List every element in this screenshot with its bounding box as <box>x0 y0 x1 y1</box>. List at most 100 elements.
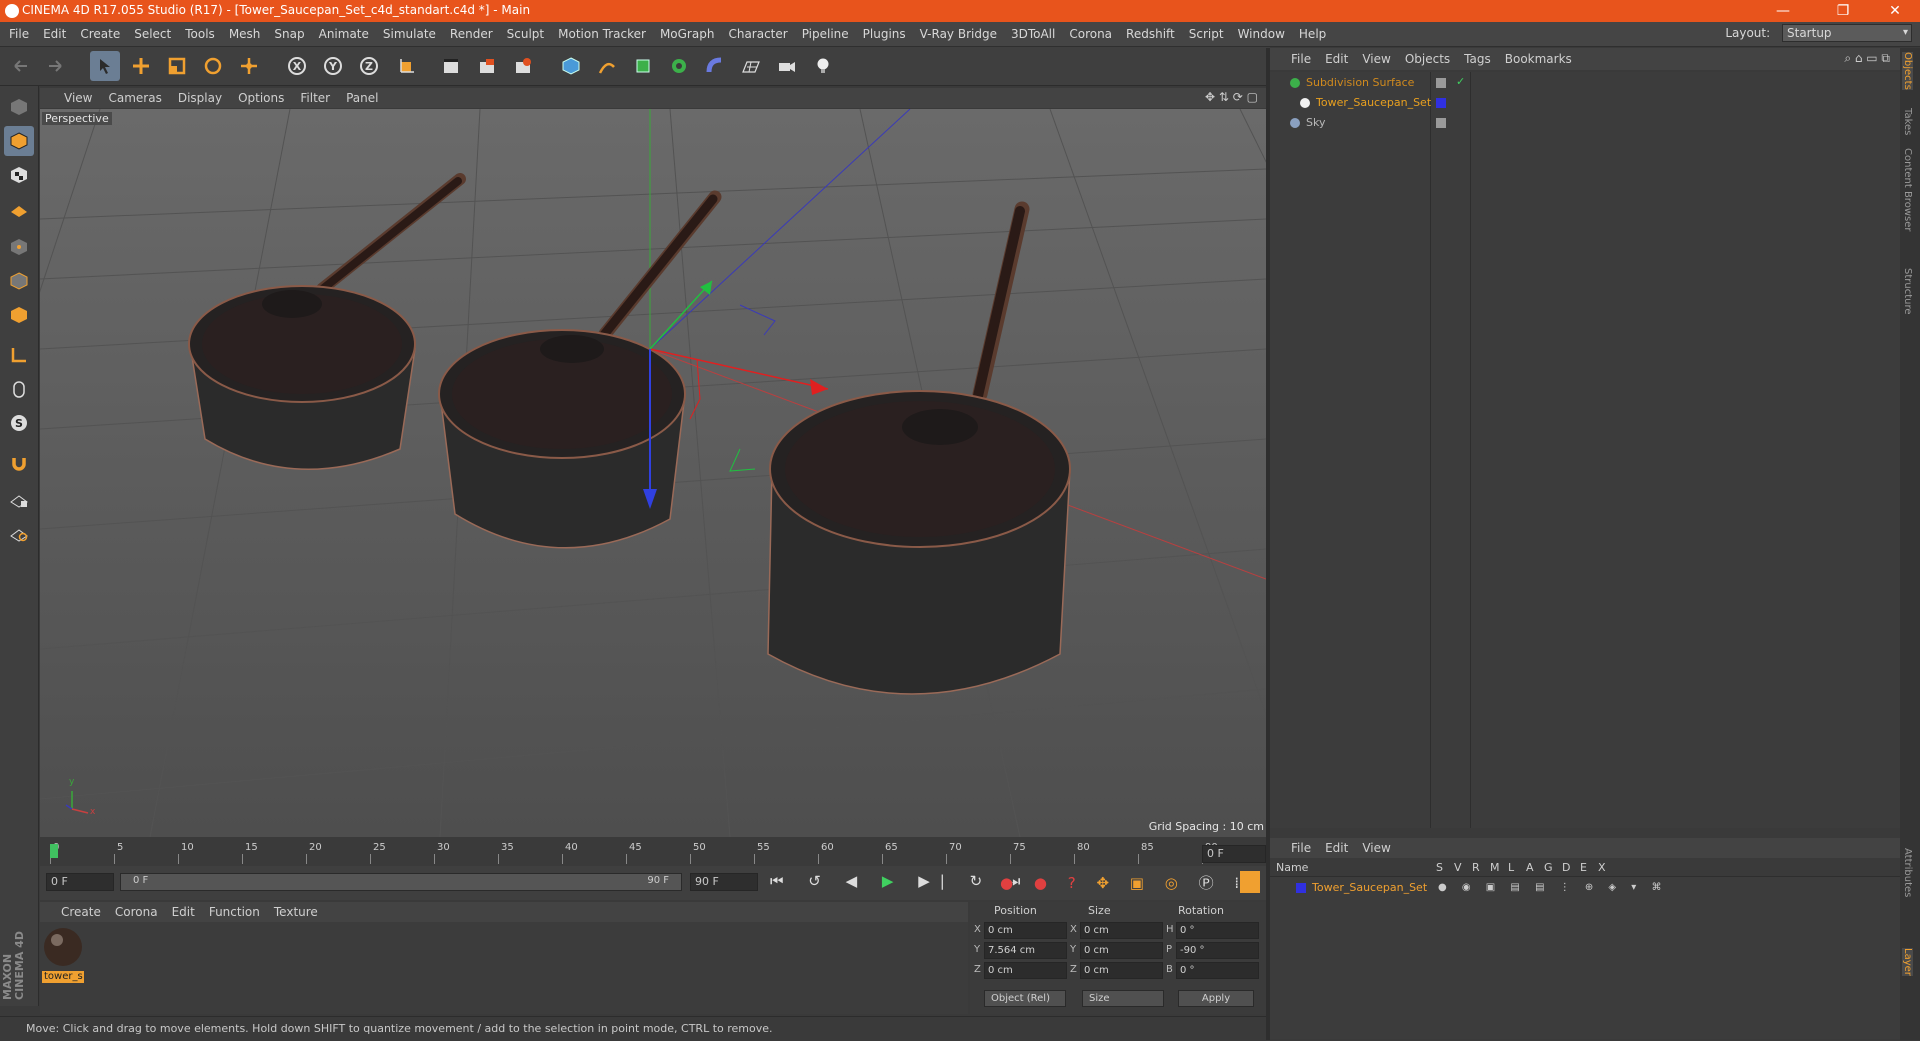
menu-3dtoall[interactable]: 3DToAll <box>1004 22 1062 46</box>
move-tool-button[interactable] <box>126 51 156 81</box>
material-menu-corona[interactable]: Corona <box>108 902 165 922</box>
menu-simulate[interactable]: Simulate <box>376 22 443 46</box>
transport-buttons[interactable]: ⏮ ↺ ◀ ▶ ▶| ↻ ⏭ <box>770 872 1030 890</box>
layer-column-header[interactable]: A <box>1526 861 1534 874</box>
redo-button[interactable] <box>40 51 70 81</box>
layer-column-header[interactable]: E <box>1580 861 1587 874</box>
cube-object-button[interactable] <box>556 51 586 81</box>
viewport-nav-icons[interactable]: ✥ ⇅ ⟳ ▢ <box>1205 90 1258 104</box>
coord-pos-field[interactable]: 7.564 cm <box>984 942 1067 959</box>
menu-motion-tracker[interactable]: Motion Tracker <box>551 22 653 46</box>
viewport-menu-cameras[interactable]: Cameras <box>100 88 169 108</box>
menu-mesh[interactable]: Mesh <box>222 22 268 46</box>
minimize-button[interactable]: — <box>1760 0 1806 22</box>
undo-button[interactable] <box>6 51 36 81</box>
side-tab-objects[interactable]: Objects <box>1902 52 1913 90</box>
menu-snap[interactable]: Snap <box>267 22 311 46</box>
z-axis-button[interactable]: Z <box>354 51 384 81</box>
menu-character[interactable]: Character <box>721 22 794 46</box>
object-manager-tools[interactable]: ⌕ ⌂ ▭ ⧉ <box>1844 51 1890 66</box>
snap-button[interactable]: S <box>4 408 34 438</box>
layer-column-header[interactable]: D <box>1562 861 1570 874</box>
material-menu-edit[interactable]: Edit <box>165 902 202 922</box>
layer-column-header[interactable]: M <box>1490 861 1500 874</box>
material-menu-function[interactable]: Function <box>202 902 267 922</box>
coord-pos-field[interactable]: 0 cm <box>984 962 1067 979</box>
side-tab-structure[interactable]: Structure <box>1902 268 1913 315</box>
material-menu-texture[interactable]: Texture <box>267 902 325 922</box>
object-row[interactable]: Sky <box>1270 114 1900 132</box>
timeline-panel-icon[interactable] <box>1240 871 1260 893</box>
menu-render[interactable]: Render <box>443 22 500 46</box>
coord-rot-field[interactable]: 0 ° <box>1176 922 1259 939</box>
layer-row[interactable]: Tower_Saucepan_Set ● ◉ ▣ ▤ ▤ ⋮ ⊕ ◈ ▾ ⌘ <box>1270 879 1900 897</box>
coord-size-field[interactable]: 0 cm <box>1080 962 1163 979</box>
viewport-menu-options[interactable]: Options <box>230 88 292 108</box>
menu-create[interactable]: Create <box>73 22 127 46</box>
planar-workplane-button[interactable] <box>4 518 34 548</box>
viewport-menu-panel[interactable]: Panel <box>338 88 386 108</box>
locked-workplane-button[interactable] <box>4 484 34 514</box>
layer-flags[interactable]: ● ◉ ▣ ▤ ▤ ⋮ ⊕ ◈ ▾ ⌘ <box>1438 879 1668 897</box>
layer-column-header[interactable]: L <box>1508 861 1514 874</box>
menu-file[interactable]: File <box>2 22 36 46</box>
make-editable-button[interactable] <box>4 92 34 122</box>
live-selection-button[interactable] <box>90 51 120 81</box>
render-settings-button[interactable] <box>508 51 538 81</box>
points-mode-button[interactable] <box>4 232 34 262</box>
workplane-mode-button[interactable] <box>4 194 34 224</box>
enabled-check-icon[interactable]: ✓ <box>1456 75 1465 88</box>
render-view-button[interactable] <box>436 51 466 81</box>
menu-v-ray-bridge[interactable]: V-Ray Bridge <box>913 22 1004 46</box>
apply-button[interactable]: Apply <box>1178 990 1254 1007</box>
coordinate-mode-dropdown[interactable]: Object (Rel) <box>984 990 1066 1007</box>
coord-rot-field[interactable]: 0 ° <box>1176 962 1259 979</box>
object-visibility-icon[interactable] <box>1436 118 1446 128</box>
array-button[interactable] <box>664 51 694 81</box>
side-tab-content-browser[interactable]: Content Browser <box>1902 148 1913 231</box>
menu-select[interactable]: Select <box>127 22 178 46</box>
menu-plugins[interactable]: Plugins <box>856 22 913 46</box>
render-to-picture-viewer-button[interactable] <box>472 51 502 81</box>
layer-column-header[interactable]: S <box>1436 861 1443 874</box>
deformer-button[interactable] <box>700 51 730 81</box>
3d-viewport[interactable]: y x <box>40 109 1266 837</box>
object-menu-file[interactable]: File <box>1284 48 1318 70</box>
record-buttons[interactable]: ● ● ? ✥ ▣ ◎ Ⓟ ⁞⁞ <box>1000 872 1260 893</box>
object-menu-tags[interactable]: Tags <box>1457 48 1498 70</box>
edges-mode-button[interactable] <box>4 266 34 296</box>
tweak-mode-button[interactable] <box>4 374 34 404</box>
object-menu-edit[interactable]: Edit <box>1318 48 1355 70</box>
material-swatch[interactable]: tower_s <box>42 926 86 986</box>
menu-script[interactable]: Script <box>1182 22 1231 46</box>
coord-rot-field[interactable]: -90 ° <box>1176 942 1259 959</box>
light-button[interactable] <box>808 51 838 81</box>
layer-column-header[interactable]: Name <box>1276 861 1308 874</box>
close-button[interactable]: ✕ <box>1872 0 1918 22</box>
coord-pos-field[interactable]: 0 cm <box>984 922 1067 939</box>
object-menu-view[interactable]: View <box>1355 48 1397 70</box>
layer-column-header[interactable]: G <box>1544 861 1553 874</box>
viewport-menu-display[interactable]: Display <box>170 88 230 108</box>
viewport-menu-view[interactable]: View <box>56 88 100 108</box>
rotate-tool-button[interactable] <box>198 51 228 81</box>
menu-mograph[interactable]: MoGraph <box>653 22 722 46</box>
layer-column-header[interactable]: R <box>1472 861 1480 874</box>
texture-mode-button[interactable] <box>4 160 34 190</box>
range-slider[interactable]: 0 F 90 F <box>120 873 682 891</box>
object-row[interactable]: Subdivision Surface ✓ <box>1270 74 1900 92</box>
menu-tools[interactable]: Tools <box>178 22 222 46</box>
side-tab-layer[interactable]: Layer <box>1902 948 1913 976</box>
menu-window[interactable]: Window <box>1231 22 1292 46</box>
size-mode-dropdown[interactable]: Size <box>1082 990 1164 1007</box>
coord-size-field[interactable]: 0 cm <box>1080 922 1163 939</box>
side-tab-takes[interactable]: Takes <box>1902 108 1913 135</box>
material-menu-create[interactable]: Create <box>54 902 108 922</box>
viewport-label[interactable]: Perspective <box>42 112 112 125</box>
polygons-mode-button[interactable] <box>4 300 34 330</box>
menu-pipeline[interactable]: Pipeline <box>795 22 856 46</box>
floor-button[interactable] <box>736 51 766 81</box>
object-menu-bookmarks[interactable]: Bookmarks <box>1498 48 1579 70</box>
axis-mode-button[interactable] <box>4 340 34 370</box>
magnet-button[interactable] <box>4 448 34 478</box>
